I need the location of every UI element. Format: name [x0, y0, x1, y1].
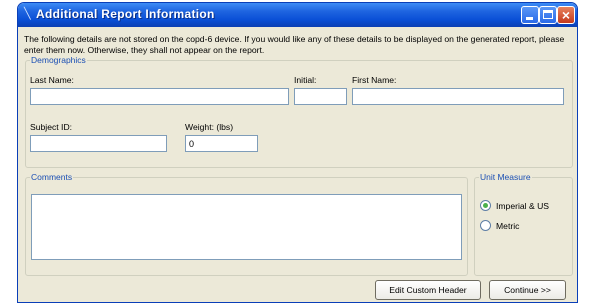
- continue-button[interactable]: Continue >>: [489, 280, 566, 300]
- maximize-icon: [540, 7, 556, 23]
- demographics-group: Demographics Last Name: Initial: First N…: [25, 56, 573, 168]
- comments-field[interactable]: [31, 194, 462, 260]
- subject-id-label: Subject ID:: [30, 122, 73, 132]
- metric-radio[interactable]: Metric: [480, 220, 519, 231]
- weight-label: Weight: (lbs): [185, 122, 234, 132]
- demographics-legend: Demographics: [31, 55, 86, 65]
- first-name-field[interactable]: [352, 88, 564, 105]
- maximize-button[interactable]: [539, 6, 557, 24]
- initial-field[interactable]: [294, 88, 347, 105]
- imperial-radio-dot[interactable]: [480, 200, 491, 211]
- intro-text: The following details are not stored on …: [24, 34, 565, 55]
- imperial-radio-label: Imperial & US: [496, 200, 550, 211]
- first-name-label: First Name:: [352, 75, 397, 85]
- report-info-dialog: ╲ Additional Report Information × The fo…: [17, 2, 578, 303]
- last-name-label: Last Name:: [30, 75, 74, 85]
- window-title: Additional Report Information: [36, 7, 215, 21]
- weight-field[interactable]: [185, 135, 258, 152]
- app-icon: ╲: [24, 8, 31, 20]
- initial-label: Initial:: [294, 75, 317, 85]
- edit-custom-header-button[interactable]: Edit Custom Header: [375, 280, 481, 300]
- imperial-radio[interactable]: Imperial & US: [480, 200, 549, 211]
- metric-radio-dot[interactable]: [480, 220, 491, 231]
- comments-group: Comments: [25, 173, 468, 276]
- comments-legend: Comments: [31, 172, 73, 182]
- title-bar[interactable]: ╲ Additional Report Information ×: [18, 3, 577, 27]
- close-button[interactable]: ×: [557, 6, 575, 24]
- unit-measure-legend: Unit Measure: [480, 172, 531, 182]
- subject-id-field[interactable]: [30, 135, 167, 152]
- unit-measure-group: Unit Measure Imperial & US Metric: [474, 173, 573, 276]
- close-icon: ×: [561, 7, 571, 23]
- last-name-field[interactable]: [30, 88, 289, 105]
- minimize-icon: [522, 7, 538, 23]
- metric-radio-label: Metric: [496, 220, 520, 231]
- minimize-button[interactable]: [521, 6, 539, 24]
